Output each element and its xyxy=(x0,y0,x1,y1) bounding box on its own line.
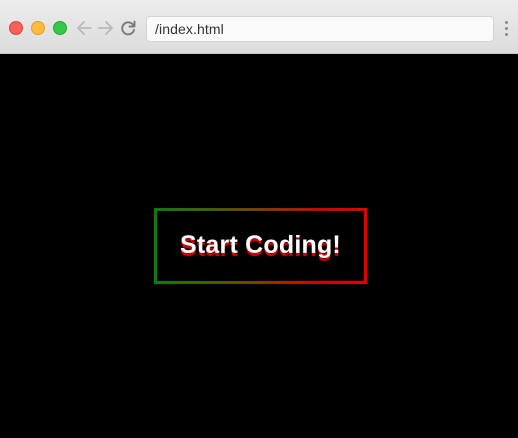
reload-icon xyxy=(121,20,136,36)
back-button[interactable] xyxy=(74,17,94,39)
minimize-window-button[interactable] xyxy=(31,21,45,35)
address-bar[interactable]: /index.html xyxy=(146,16,494,42)
close-window-button[interactable] xyxy=(9,21,23,35)
browser-window: /index.html Start Coding! xyxy=(0,0,518,438)
start-coding-label: Start Coding! xyxy=(180,231,341,259)
page-viewport: Start Coding! xyxy=(0,54,518,438)
browser-toolbar: /index.html xyxy=(0,0,518,54)
forward-button[interactable] xyxy=(96,17,116,39)
arrow-left-icon xyxy=(77,21,92,35)
reload-button[interactable] xyxy=(118,17,138,39)
start-coding-button[interactable]: Start Coding! xyxy=(154,208,367,284)
arrow-right-icon xyxy=(98,21,113,35)
address-text: /index.html xyxy=(155,21,224,37)
zoom-window-button[interactable] xyxy=(53,21,67,35)
more-vertical-icon[interactable] xyxy=(505,21,511,37)
